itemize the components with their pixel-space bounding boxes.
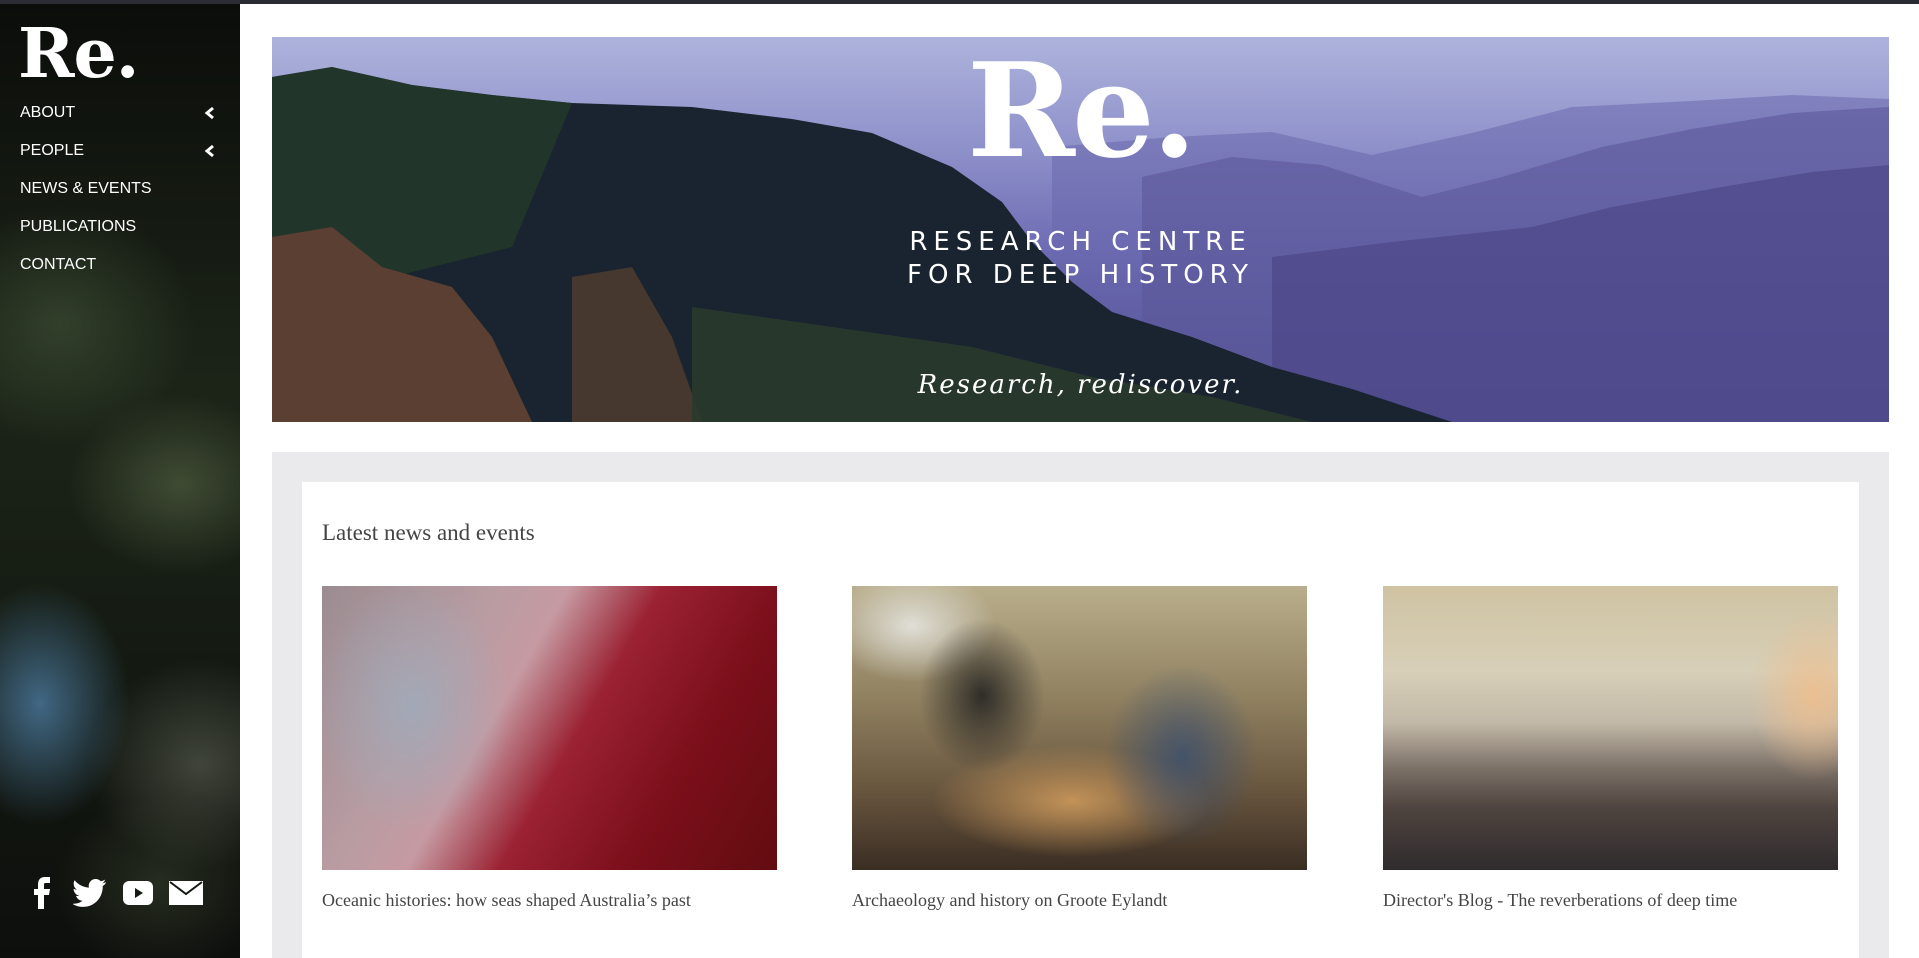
news-thumbnail[interactable]: [852, 586, 1307, 870]
site-logo[interactable]: Re.: [18, 14, 139, 94]
hero-logo: Re.: [966, 37, 1197, 187]
news-heading: Latest news and events: [322, 520, 535, 545]
chevron-left-icon[interactable]: [204, 144, 216, 158]
window-top-border: [0, 0, 1919, 4]
news-item[interactable]: Oceanic histories: how seas shaped Austr…: [322, 586, 777, 911]
news-thumbnail[interactable]: [322, 586, 777, 870]
hero-title-line2: FOR DEEP HISTORY: [907, 260, 1254, 290]
hero-title-line1: RESEARCH CENTRE: [909, 227, 1252, 257]
nav-item-people[interactable]: PEOPLE: [0, 132, 240, 170]
nav-item-about[interactable]: ABOUT: [0, 94, 240, 132]
hero-tagline: Research, rediscover.: [917, 370, 1244, 400]
news-caption[interactable]: Director's Blog - The reverberations of …: [1383, 890, 1838, 911]
hero-banner: Re. RESEARCH CENTRE FOR DEEP HISTORY Res…: [272, 37, 1889, 422]
social-links: [24, 876, 204, 910]
news-panel: Latest news and events Oceanic histories…: [302, 482, 1859, 958]
nav-item-publications[interactable]: PUBLICATIONS: [0, 208, 240, 246]
news-section: Latest news and events Oceanic histories…: [272, 452, 1889, 958]
news-thumbnail[interactable]: [1383, 586, 1838, 870]
twitter-icon[interactable]: [72, 876, 108, 910]
facebook-icon[interactable]: [24, 876, 60, 910]
nav-item-label: NEWS & EVENTS: [20, 180, 152, 197]
nav-item-label: PUBLICATIONS: [20, 218, 137, 235]
nav-item-label: PEOPLE: [20, 142, 85, 159]
nav-item-news-events[interactable]: NEWS & EVENTS: [0, 170, 240, 208]
sidebar: Re. ABOUT PEOPLE NEWS & EVENTS PUBLICATI…: [0, 4, 240, 958]
email-icon[interactable]: [168, 876, 204, 910]
news-item[interactable]: Archaeology and history on Groote Eyland…: [852, 586, 1307, 911]
chevron-left-icon[interactable]: [204, 106, 216, 120]
nav-item-label: ABOUT: [20, 104, 76, 121]
nav-item-contact[interactable]: CONTACT: [0, 246, 240, 284]
youtube-icon[interactable]: [120, 876, 156, 910]
news-caption[interactable]: Archaeology and history on Groote Eyland…: [852, 890, 1307, 911]
news-caption[interactable]: Oceanic histories: how seas shaped Austr…: [322, 890, 777, 911]
main-nav: ABOUT PEOPLE NEWS & EVENTS PUBLICATIONS …: [0, 94, 240, 284]
nav-item-label: CONTACT: [20, 256, 97, 273]
news-item[interactable]: Director's Blog - The reverberations of …: [1383, 586, 1838, 911]
